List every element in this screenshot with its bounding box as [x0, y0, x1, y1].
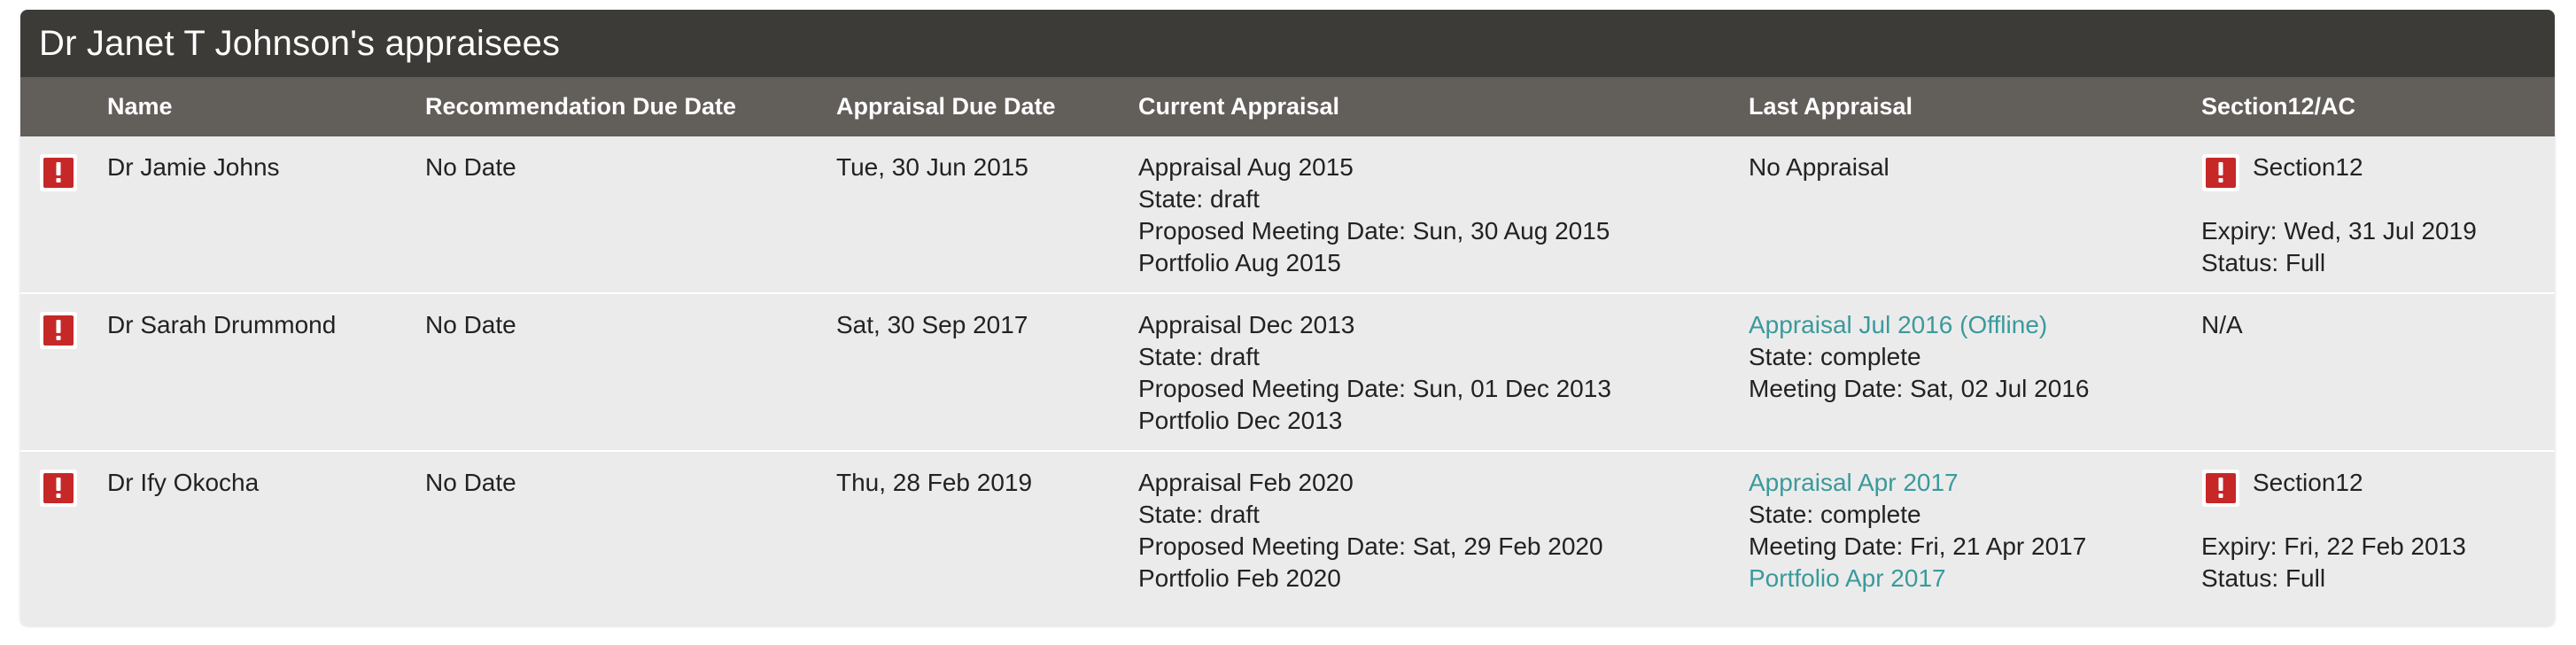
- section12-cell: Section12 Expiry: Fri, 22 Feb 2013 Statu…: [2201, 467, 2466, 594]
- last-appraisal-link[interactable]: Appraisal Jul 2016 (Offline): [1749, 311, 2047, 338]
- column-header-current-appraisal[interactable]: Current Appraisal: [1138, 77, 1339, 136]
- last-appraisal-link[interactable]: Appraisal Apr 2017: [1749, 469, 1959, 496]
- current-appraisal-portfolio: Portfolio Feb 2020: [1138, 564, 1341, 592]
- current-appraisal-title: Appraisal Aug 2015: [1138, 153, 1354, 181]
- last-appraisal-text: No Appraisal: [1749, 153, 1889, 181]
- current-appraisal-portfolio: Portfolio Dec 2013: [1138, 407, 1343, 434]
- section12-label-line: Section12: [2201, 152, 2477, 215]
- section12-label: Section12: [2253, 153, 2363, 181]
- appraisal-due-date: Tue, 30 Jun 2015: [836, 153, 1028, 181]
- section12-expiry: Expiry: Fri, 22 Feb 2013: [2201, 532, 2466, 560]
- current-appraisal-meeting: Proposed Meeting Date: Sun, 01 Dec 2013: [1138, 375, 1611, 402]
- section12-cell: N/A: [2201, 309, 2243, 341]
- page-title: Dr Janet T Johnson's appraisees: [39, 23, 561, 63]
- exclamation-alert-icon: [2202, 470, 2239, 507]
- table-row[interactable]: Dr Sarah Drummond No Date Sat, 30 Sep 20…: [20, 294, 2555, 452]
- section12-na: N/A: [2201, 311, 2243, 338]
- current-appraisal-state: State: draft: [1138, 185, 1260, 213]
- column-header-recommendation-due[interactable]: Recommendation Due Date: [425, 77, 736, 136]
- table-header: Name Recommendation Due Date Appraisal D…: [20, 77, 2555, 136]
- section12-label-line: Section12: [2201, 467, 2466, 531]
- current-appraisal-title: Appraisal Dec 2013: [1138, 311, 1355, 338]
- recommendation-due-date: No Date: [425, 153, 516, 181]
- last-appraisal-state: State: complete: [1749, 501, 1921, 528]
- appraisee-name[interactable]: Dr Jamie Johns: [107, 152, 280, 183]
- current-appraisal-meeting: Proposed Meeting Date: Sat, 29 Feb 2020: [1138, 532, 1603, 560]
- recommendation-due-date: No Date: [425, 469, 516, 496]
- last-portfolio-link[interactable]: Portfolio Apr 2017: [1749, 564, 1946, 592]
- last-appraisal: Appraisal Apr 2017 State: complete Meeti…: [1749, 467, 2086, 594]
- section12-label: Section12: [2253, 469, 2363, 496]
- appraisee-name[interactable]: Dr Ify Okocha: [107, 467, 259, 499]
- section12-expiry: Expiry: Wed, 31 Jul 2019: [2201, 217, 2477, 245]
- current-appraisal: Appraisal Dec 2013 State: draft Proposed…: [1138, 309, 1611, 437]
- current-appraisal-portfolio: Portfolio Aug 2015: [1138, 249, 1341, 276]
- current-appraisal-title: Appraisal Feb 2020: [1138, 469, 1354, 496]
- exclamation-alert-icon: [2202, 154, 2239, 191]
- last-appraisal-state: State: complete: [1749, 343, 1921, 370]
- last-appraisal: Appraisal Jul 2016 (Offline) State: comp…: [1749, 309, 2089, 405]
- appraisal-due-date: Thu, 28 Feb 2019: [836, 469, 1033, 496]
- section12-status: Status: Full: [2201, 564, 2326, 592]
- exclamation-alert-icon: [40, 470, 77, 507]
- last-appraisal-meeting: Meeting Date: Fri, 21 Apr 2017: [1749, 532, 2087, 560]
- appraisees-panel: Dr Janet T Johnson's appraisees Name Rec…: [20, 10, 2555, 626]
- current-appraisal-meeting: Proposed Meeting Date: Sun, 30 Aug 2015: [1138, 217, 1610, 245]
- exclamation-alert-icon: [40, 154, 77, 191]
- recommendation-due-date: No Date: [425, 311, 516, 338]
- appraisee-name[interactable]: Dr Sarah Drummond: [107, 309, 336, 341]
- column-header-section12[interactable]: Section12/AC: [2201, 77, 2355, 136]
- last-appraisal: No Appraisal: [1749, 152, 1889, 183]
- table-row[interactable]: Dr Jamie Johns No Date Tue, 30 Jun 2015 …: [20, 136, 2555, 294]
- last-appraisal-meeting: Meeting Date: Sat, 02 Jul 2016: [1749, 375, 2090, 402]
- section12-status: Status: Full: [2201, 249, 2326, 276]
- panel-header: Dr Janet T Johnson's appraisees: [20, 10, 2555, 77]
- appraisal-due-date: Sat, 30 Sep 2017: [836, 311, 1028, 338]
- current-appraisal-state: State: draft: [1138, 343, 1260, 370]
- current-appraisal: Appraisal Feb 2020 State: draft Proposed…: [1138, 467, 1603, 594]
- column-header-appraisal-due[interactable]: Appraisal Due Date: [836, 77, 1056, 136]
- section12-cell: Section12 Expiry: Wed, 31 Jul 2019 Statu…: [2201, 152, 2477, 279]
- column-header-last-appraisal[interactable]: Last Appraisal: [1749, 77, 1913, 136]
- column-header-name[interactable]: Name: [107, 77, 173, 136]
- exclamation-alert-icon: [40, 312, 77, 349]
- table-row[interactable]: Dr Ify Okocha No Date Thu, 28 Feb 2019 A…: [20, 452, 2555, 626]
- current-appraisal-state: State: draft: [1138, 501, 1260, 528]
- current-appraisal: Appraisal Aug 2015 State: draft Proposed…: [1138, 152, 1610, 279]
